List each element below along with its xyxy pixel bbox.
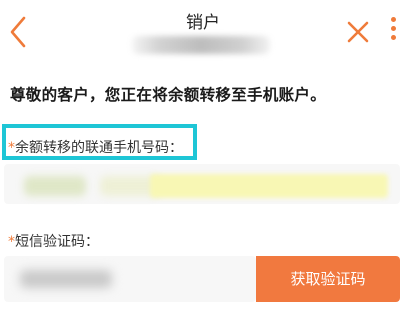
blurred-subtitle — [132, 36, 270, 54]
code-field-label: *短信验证码： — [8, 231, 99, 251]
phone-label-text: 余额转移的联通手机号码： — [15, 140, 183, 156]
get-code-button[interactable]: 获取验证码 — [256, 256, 400, 302]
close-button[interactable] — [346, 20, 370, 44]
intro-text: 尊敬的客户，您正在将余额转移至手机账户。 — [10, 86, 327, 104]
close-icon — [347, 21, 369, 43]
header-bar: 销户 — [0, 0, 406, 62]
more-options-button[interactable] — [386, 14, 400, 48]
highlighted-phone-value — [150, 174, 388, 198]
phone-field-label: *余额转移的联通手机号码： — [8, 137, 183, 157]
required-mark: * — [8, 234, 15, 250]
blurred-phone-value — [24, 176, 86, 196]
required-mark: * — [8, 140, 15, 156]
more-vertical-icon — [386, 17, 400, 40]
code-label-text: 短信验证码： — [15, 234, 99, 250]
blurred-code-value — [20, 270, 112, 288]
